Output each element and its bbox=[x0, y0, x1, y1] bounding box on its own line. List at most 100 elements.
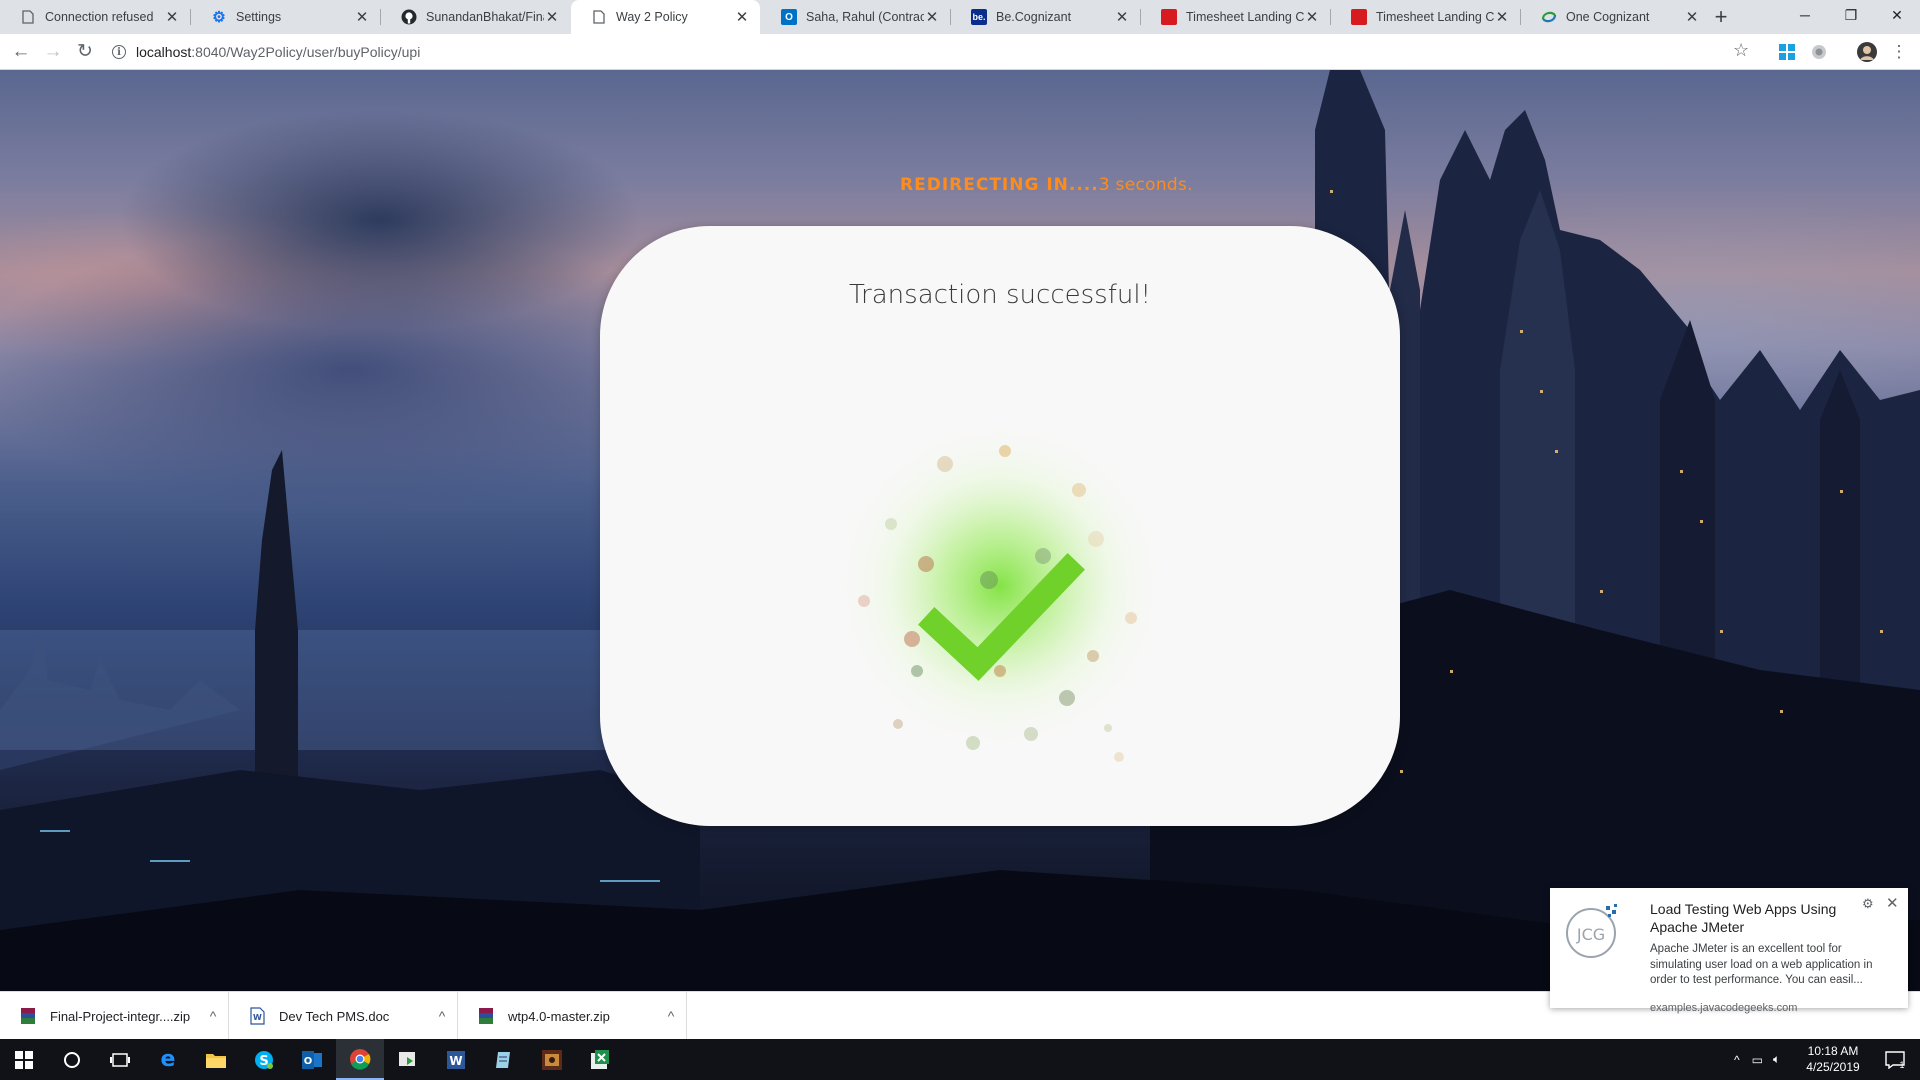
tab-label: SunandanBhakat/Final- bbox=[426, 10, 544, 24]
push-notification[interactable]: JCG Load Testing Web Apps Using Apache J… bbox=[1550, 888, 1908, 1014]
page-icon bbox=[591, 9, 607, 25]
new-tab-button[interactable]: + bbox=[1708, 4, 1734, 30]
skype-icon: S bbox=[255, 1050, 273, 1069]
tab-outlook[interactable]: O Saha, Rahul (Contractor ✕ bbox=[761, 0, 950, 34]
chevron-up-icon[interactable]: ^ bbox=[198, 1008, 228, 1024]
close-icon[interactable]: ✕ bbox=[544, 8, 560, 26]
transaction-status-title: Transaction successful! bbox=[849, 280, 1151, 310]
folder-icon bbox=[206, 1053, 226, 1068]
be-icon: be. bbox=[971, 9, 987, 25]
restore-button[interactable]: ❐ bbox=[1828, 0, 1874, 30]
clock-date: 4/25/2019 bbox=[1806, 1060, 1860, 1074]
tab-github[interactable]: SunandanBhakat/Final- ✕ bbox=[381, 0, 570, 34]
info-icon[interactable]: i bbox=[112, 45, 126, 59]
tab-label: Timesheet Landing Cor bbox=[1376, 10, 1494, 24]
minimize-button[interactable]: ─ bbox=[1782, 0, 1828, 30]
redirect-seconds: 3 seconds. bbox=[1098, 175, 1193, 195]
taskbar-chrome[interactable] bbox=[336, 1039, 384, 1080]
edge-icon: e bbox=[160, 1047, 176, 1072]
download-name: wtp4.0-master.zip bbox=[508, 1008, 610, 1024]
volume-icon[interactable]: 🔈︎ bbox=[1773, 1052, 1780, 1067]
download-item[interactable]: wtp4.0-master.zip ^ bbox=[458, 992, 687, 1040]
windows-taskbar: e S O W ^ ▭ 🔈︎ 10:18 AM 4/25/2019 1 bbox=[0, 1039, 1920, 1080]
close-icon[interactable]: ✕ bbox=[1886, 894, 1899, 912]
chrome-icon bbox=[350, 1048, 371, 1070]
close-icon[interactable]: ✕ bbox=[164, 8, 180, 26]
close-icon[interactable]: ✕ bbox=[1304, 8, 1320, 26]
chevron-up-icon[interactable]: ^ bbox=[1734, 1053, 1740, 1067]
github-icon bbox=[401, 9, 417, 25]
forward-arrow-icon[interactable]: → bbox=[40, 39, 66, 65]
notification-source: examples.javacodegeeks.com bbox=[1650, 1002, 1798, 1014]
tab-label: Connection refused bbox=[45, 10, 154, 24]
back-arrow-icon[interactable]: ← bbox=[8, 39, 34, 65]
outlook-icon: O bbox=[302, 1050, 322, 1069]
tab-one-cognizant[interactable]: One Cognizant ✕ bbox=[1521, 0, 1710, 34]
taskbar-media-player[interactable] bbox=[384, 1039, 432, 1080]
tab-timesheet-2[interactable]: Timesheet Landing Cor ✕ bbox=[1331, 0, 1520, 34]
taskbar-outlook[interactable]: O bbox=[288, 1039, 336, 1080]
tab-way-2-policy[interactable]: Way 2 Policy ✕ bbox=[571, 0, 760, 34]
game-app-icon bbox=[542, 1049, 562, 1070]
tab-connection-refused[interactable]: Connection refused ✕ bbox=[0, 0, 190, 34]
download-name: Dev Tech PMS.doc bbox=[279, 1008, 390, 1024]
taskbar-word[interactable]: W bbox=[432, 1039, 480, 1080]
download-item[interactable]: W Dev Tech PMS.doc ^ bbox=[229, 992, 458, 1040]
taskbar-skype[interactable]: S bbox=[240, 1039, 288, 1080]
taskbar-edge[interactable]: e bbox=[144, 1039, 192, 1080]
bookmark-star-icon[interactable]: ☆ bbox=[1733, 40, 1749, 61]
tab-label: One Cognizant bbox=[1566, 10, 1650, 24]
window-close-button[interactable]: ✕ bbox=[1874, 0, 1920, 30]
taskbar-excel-app[interactable] bbox=[576, 1039, 624, 1080]
taskbar-app-game[interactable] bbox=[528, 1039, 576, 1080]
close-icon[interactable]: ✕ bbox=[1684, 8, 1700, 26]
tab-label: Be.Cognizant bbox=[996, 10, 1072, 24]
network-icon[interactable]: ▭ bbox=[1752, 1053, 1763, 1067]
close-icon[interactable]: ✕ bbox=[354, 8, 370, 26]
transaction-card: Transaction successful! bbox=[600, 226, 1400, 826]
taskbar-file-explorer[interactable] bbox=[192, 1039, 240, 1080]
notification-count-badge: 1 bbox=[1899, 1059, 1905, 1070]
spreadsheet-icon bbox=[591, 1049, 609, 1069]
winrar-icon bbox=[478, 1007, 494, 1025]
close-icon[interactable]: ✕ bbox=[924, 8, 940, 26]
tab-be-cognizant[interactable]: be. Be.Cognizant ✕ bbox=[951, 0, 1140, 34]
search-button[interactable] bbox=[48, 1039, 96, 1080]
profile-avatar[interactable] bbox=[1856, 41, 1878, 63]
reload-icon[interactable]: ↻ bbox=[72, 39, 98, 65]
close-icon[interactable]: ✕ bbox=[734, 8, 750, 26]
chevron-up-icon[interactable]: ^ bbox=[656, 1008, 686, 1024]
cortana-icon bbox=[64, 1051, 80, 1068]
timesheet-icon bbox=[1351, 9, 1367, 25]
tab-settings[interactable]: ⚙ Settings ✕ bbox=[191, 0, 380, 34]
url-host: localhost bbox=[136, 44, 192, 60]
download-name: Final-Project-integr....zip bbox=[50, 1008, 191, 1024]
windows-extension-icon[interactable] bbox=[1778, 43, 1796, 61]
taskbar-notepad[interactable] bbox=[480, 1039, 528, 1080]
start-button[interactable] bbox=[0, 1039, 48, 1080]
tab-timesheet-1[interactable]: Timesheet Landing Cor ✕ bbox=[1141, 0, 1330, 34]
chevron-up-icon[interactable]: ^ bbox=[427, 1008, 457, 1024]
gear-icon[interactable]: ⚙ bbox=[1862, 896, 1874, 912]
redirect-prefix: REDIRECTING IN.... bbox=[900, 175, 1099, 195]
download-item[interactable]: Final-Project-integr....zip ^ bbox=[0, 992, 229, 1040]
clock-time: 10:18 AM bbox=[1807, 1044, 1859, 1058]
tab-label: Saha, Rahul (Contractor bbox=[806, 10, 924, 24]
taskbar-clock[interactable]: 10:18 AM 4/25/2019 bbox=[1800, 1043, 1866, 1075]
page-icon bbox=[20, 9, 36, 25]
address-bar[interactable]: i localhost:8040/Way2Policy/user/buyPoli… bbox=[112, 38, 1762, 66]
kebab-menu-icon[interactable]: ⋮ bbox=[1886, 39, 1912, 65]
extension-circle-icon[interactable] bbox=[1810, 43, 1828, 61]
close-icon[interactable]: ✕ bbox=[1114, 8, 1130, 26]
url-path: :8040/Way2Policy/user/buyPolicy/upi bbox=[191, 44, 421, 60]
word-icon: W bbox=[447, 1050, 465, 1069]
word-doc-icon: W bbox=[249, 1007, 265, 1025]
svg-text:JCG: JCG bbox=[1576, 925, 1605, 944]
notification-title: Load Testing Web Apps Using Apache JMete… bbox=[1650, 901, 1837, 935]
close-icon[interactable]: ✕ bbox=[1494, 8, 1510, 26]
tab-label: Timesheet Landing Cor bbox=[1186, 10, 1304, 24]
task-view-button[interactable] bbox=[96, 1039, 144, 1080]
success-glow bbox=[830, 416, 1170, 756]
action-center-button[interactable]: 1 bbox=[1880, 1039, 1910, 1080]
url-text[interactable]: localhost:8040/Way2Policy/user/buyPolicy… bbox=[136, 44, 420, 60]
